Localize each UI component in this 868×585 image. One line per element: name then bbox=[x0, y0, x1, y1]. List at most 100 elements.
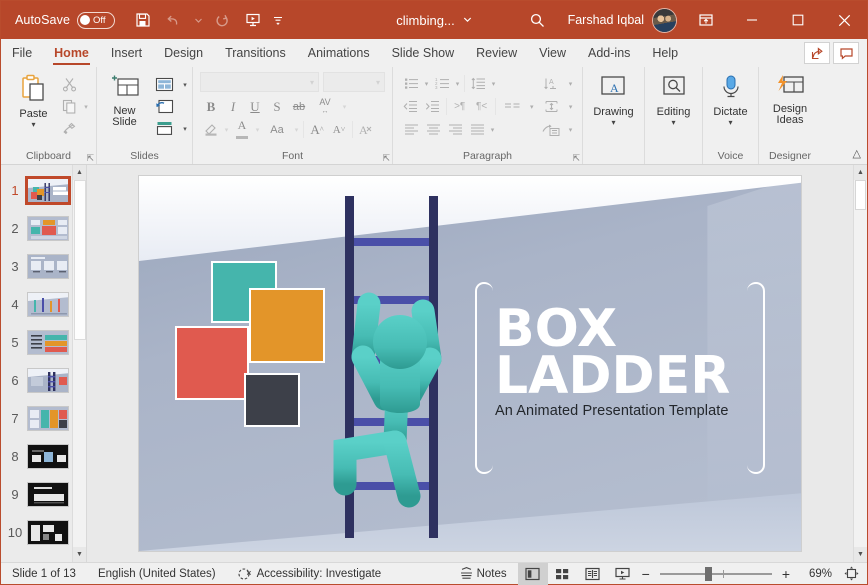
document-title-dropdown-icon[interactable] bbox=[463, 11, 472, 29]
scroll-thumb[interactable] bbox=[855, 180, 866, 210]
zoom-out-button[interactable]: − bbox=[638, 566, 654, 582]
accessibility-checker[interactable]: Accessibility: Investigate bbox=[227, 563, 393, 585]
drawing-button[interactable]: A Drawing ▾ bbox=[587, 72, 639, 129]
strikethrough-button[interactable]: ab bbox=[288, 96, 310, 117]
tab-design[interactable]: Design bbox=[153, 39, 214, 67]
format-painter-icon[interactable] bbox=[59, 118, 81, 139]
notes-button[interactable]: Notes bbox=[448, 563, 518, 585]
tab-view[interactable]: View bbox=[528, 39, 577, 67]
fit-to-window-icon[interactable] bbox=[838, 566, 859, 581]
thumbnail-item-6[interactable]: 6 bbox=[1, 361, 72, 399]
design-ideas-button[interactable]: Design Ideas bbox=[762, 72, 818, 128]
thumbnail-item-3[interactable]: 3 bbox=[1, 247, 72, 285]
section-dropdown-icon[interactable]: ▾ bbox=[181, 125, 190, 133]
thumbnail-scroll-down-icon[interactable]: ▼ bbox=[72, 547, 86, 562]
thumbnail-image[interactable] bbox=[27, 443, 69, 469]
comments-button[interactable] bbox=[833, 42, 859, 64]
orange-box[interactable] bbox=[249, 288, 325, 363]
thumbnail-image[interactable] bbox=[27, 519, 69, 545]
language-indicator[interactable]: English (United States) bbox=[87, 563, 227, 585]
thumbnail-item-7[interactable]: 7 bbox=[1, 399, 72, 437]
bullets-icon[interactable] bbox=[400, 73, 422, 94]
scroll-track[interactable] bbox=[854, 180, 867, 547]
line-spacing-icon[interactable] bbox=[467, 73, 489, 94]
decrease-font-size-button[interactable]: A ˅ bbox=[328, 119, 350, 140]
underline-button[interactable]: U bbox=[244, 96, 266, 117]
zoom-handle[interactable] bbox=[704, 566, 712, 581]
layout-icon[interactable] bbox=[150, 74, 180, 95]
tab-add-ins[interactable]: Add-ins bbox=[577, 39, 641, 67]
user-name[interactable]: Farshad Iqbal bbox=[560, 13, 652, 27]
thumbnail-image[interactable] bbox=[27, 215, 69, 241]
left-to-right-icon[interactable]: >¶ bbox=[449, 96, 471, 117]
text-direction-icon[interactable]: A bbox=[536, 73, 566, 94]
minimize-button[interactable] bbox=[729, 1, 775, 39]
thumbnail-image[interactable] bbox=[27, 291, 69, 317]
align-text-icon[interactable] bbox=[536, 96, 566, 117]
thumbnail-image[interactable] bbox=[27, 329, 69, 355]
font-size-dropdown-icon[interactable]: ▾ bbox=[376, 78, 380, 87]
thumbnail-item-5[interactable]: 5 bbox=[1, 323, 72, 361]
text-shadow-button[interactable]: S bbox=[266, 96, 288, 117]
convert-to-smartart-dropdown-icon[interactable]: ▾ bbox=[566, 126, 575, 134]
thumbnail-image[interactable] bbox=[27, 481, 69, 507]
thumbnail-item-2[interactable]: 2 bbox=[1, 209, 72, 247]
increase-indent-icon[interactable] bbox=[422, 96, 444, 117]
thumbnail-image[interactable] bbox=[27, 253, 69, 279]
undo-dropdown-icon[interactable] bbox=[189, 7, 207, 33]
current-slide[interactable]: BOX LADDER An Animated Presentation Temp… bbox=[139, 176, 801, 551]
reset-icon[interactable] bbox=[150, 96, 180, 117]
increase-font-size-button[interactable]: A ^ bbox=[306, 119, 328, 140]
thumbnail-item-8[interactable]: 8 bbox=[1, 437, 72, 475]
dictate-button[interactable]: Dictate ▾ bbox=[707, 72, 753, 129]
font-color-dropdown-icon[interactable]: ▾ bbox=[253, 126, 262, 134]
layout-dropdown-icon[interactable]: ▾ bbox=[181, 81, 190, 89]
red-box[interactable] bbox=[175, 326, 249, 400]
font-color-icon[interactable]: A bbox=[231, 119, 253, 140]
thumbnail-item-9[interactable]: 9 bbox=[1, 475, 72, 513]
avatar[interactable] bbox=[652, 7, 677, 33]
cut-icon[interactable] bbox=[59, 74, 81, 95]
thumbnail-image[interactable] bbox=[25, 175, 71, 205]
title-block[interactable]: BOX LADDER An Animated Presentation Temp… bbox=[495, 303, 755, 419]
tab-slide-show[interactable]: Slide Show bbox=[381, 39, 466, 67]
normal-view-button[interactable] bbox=[517, 562, 548, 585]
bold-button[interactable]: B bbox=[200, 96, 222, 117]
copy-icon[interactable] bbox=[59, 96, 81, 117]
font-size-input[interactable]: ▾ bbox=[323, 72, 385, 92]
redo-icon[interactable] bbox=[209, 7, 237, 33]
text-direction-dropdown-icon[interactable]: ▾ bbox=[566, 80, 575, 88]
editing-button[interactable]: Editing ▾ bbox=[651, 72, 697, 129]
thumbnail-scroll-up-icon[interactable]: ▲ bbox=[72, 165, 86, 180]
convert-to-smartart-icon[interactable] bbox=[536, 119, 566, 140]
change-case-button[interactable]: Aa bbox=[262, 119, 292, 140]
tab-transitions[interactable]: Transitions bbox=[214, 39, 297, 67]
tab-file[interactable]: File bbox=[1, 39, 43, 67]
columns-icon[interactable] bbox=[498, 96, 528, 117]
collapse-ribbon-icon[interactable]: △ bbox=[853, 147, 861, 160]
customize-qat-icon[interactable] bbox=[269, 7, 287, 33]
maximize-button[interactable] bbox=[775, 1, 821, 39]
italic-button[interactable]: I bbox=[222, 96, 244, 117]
slide-editing-pane[interactable]: BOX LADDER An Animated Presentation Temp… bbox=[87, 165, 853, 562]
section-icon[interactable] bbox=[150, 118, 180, 139]
paragraph-dialog-launcher[interactable]: ⇱ bbox=[572, 153, 580, 164]
text-highlight-dropdown-icon[interactable]: ▾ bbox=[222, 126, 231, 134]
drawing-dropdown-icon[interactable]: ▾ bbox=[611, 119, 615, 127]
scroll-up-icon[interactable]: ▲ bbox=[854, 165, 867, 180]
editing-dropdown-icon[interactable]: ▾ bbox=[671, 119, 675, 127]
zoom-in-button[interactable]: + bbox=[778, 566, 794, 582]
bullets-dropdown-icon[interactable]: ▾ bbox=[422, 80, 431, 88]
numbering-dropdown-icon[interactable]: ▾ bbox=[453, 80, 462, 88]
tab-home[interactable]: Home bbox=[43, 39, 100, 67]
search-icon[interactable] bbox=[516, 1, 560, 39]
autosave-toggle[interactable]: AutoSave Off bbox=[15, 11, 116, 29]
thumbnail-item-4[interactable]: 4 bbox=[1, 285, 72, 323]
thumbnail-image[interactable] bbox=[27, 367, 69, 393]
text-highlight-color-icon[interactable] bbox=[200, 119, 222, 140]
character-spacing-button[interactable]: AV ↔ bbox=[310, 96, 340, 117]
copy-dropdown-icon[interactable]: ▾ bbox=[82, 103, 91, 111]
reading-view-button[interactable] bbox=[578, 563, 608, 585]
zoom-level[interactable]: 69% bbox=[800, 568, 832, 580]
slide-pane-scrollbar[interactable]: ▲ ▼ bbox=[853, 165, 867, 562]
